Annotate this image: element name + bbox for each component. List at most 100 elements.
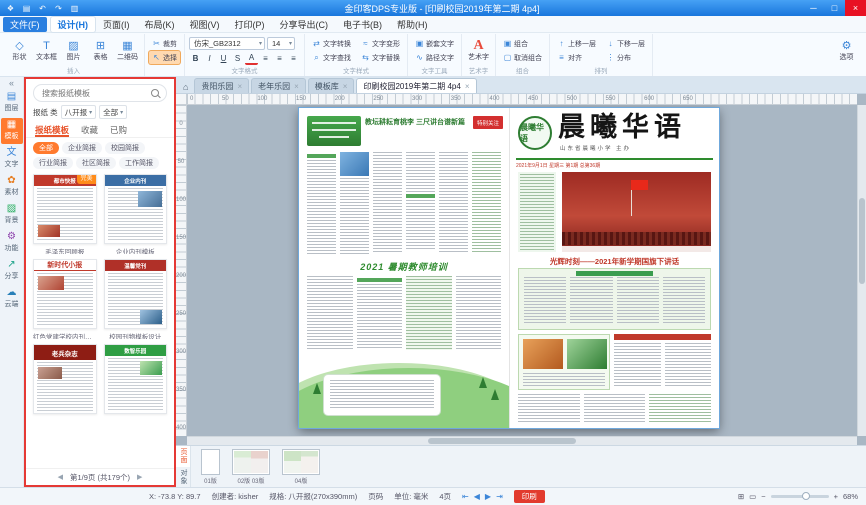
doc-tab[interactable]: 老年乐园 × — [251, 78, 306, 93]
underline-button[interactable]: U — [217, 52, 230, 65]
layer-up-button[interactable]: ↑ 上移一层 — [554, 37, 599, 50]
next-page-icon[interactable]: ▶ — [485, 492, 491, 501]
layer-down-button[interactable]: ↓ 下移一层 — [603, 37, 648, 50]
front-left-column[interactable] — [518, 172, 556, 252]
close-tab-icon[interactable]: × — [237, 82, 242, 91]
insert-image-button[interactable]: ▨ 图片 — [61, 39, 86, 63]
tab-objects[interactable]: 对象 — [176, 467, 190, 488]
tab-purchased[interactable]: 已购 — [110, 124, 127, 137]
front-headline[interactable]: 光辉时刻——2021年新学期国旗下讲话 — [518, 256, 711, 267]
notice-box[interactable] — [323, 374, 441, 416]
fit-page-icon[interactable]: ▭ — [749, 492, 756, 501]
font-size-combo[interactable]: 14 ▾ — [267, 37, 295, 50]
search-box[interactable] — [33, 84, 167, 102]
rail-item-share[interactable]: ↗ 分享 — [1, 258, 23, 284]
template-card[interactable]: 老兵杂志 — [33, 344, 97, 424]
zoom-in-icon[interactable]: + — [834, 492, 838, 501]
tab-newspaper-templates[interactable]: 报纸模板 — [35, 124, 69, 137]
doc-tab[interactable]: 贵阳乐园 × — [194, 78, 249, 93]
chip-work-report[interactable]: 工作简报 — [119, 157, 159, 169]
menu-view[interactable]: 视图(V) — [183, 17, 227, 32]
zoom-out-icon[interactable]: − — [761, 492, 765, 501]
chip-campus[interactable]: 校园简报 — [105, 142, 145, 154]
template-card[interactable]: 完美 都市快报 毛泽东回顾报 — [33, 174, 97, 254]
article-box-green[interactable] — [518, 268, 711, 330]
redo-icon[interactable]: ↷ — [52, 4, 65, 13]
rail-item-templates[interactable]: ▦ 模板 — [1, 118, 23, 144]
rail-item-background[interactable]: ▨ 背景 — [1, 202, 23, 228]
zoom-slider[interactable] — [771, 495, 829, 498]
template-card[interactable]: 数智乐园 — [104, 344, 168, 424]
zoom-slider-knob[interactable] — [802, 492, 810, 500]
chip-enterprise[interactable]: 企业简报 — [62, 142, 102, 154]
pager-next-icon[interactable]: ▶ — [137, 473, 142, 481]
text-columns-bottom[interactable] — [307, 276, 501, 354]
print-icon[interactable]: ▥ — [68, 4, 81, 13]
ungroup-button[interactable]: ▢ 取消组合 — [500, 51, 545, 64]
menu-help[interactable]: 帮助(H) — [390, 17, 435, 32]
scope-dropdown[interactable]: 全部 ▾ — [99, 105, 127, 119]
menu-file[interactable]: 文件(F) — [3, 17, 47, 32]
insert-table-button[interactable]: ⊞ 表格 — [88, 39, 113, 63]
menu-ebook[interactable]: 电子书(B) — [336, 17, 389, 32]
template-card[interactable]: 新时代小报 红色党建学校内刊模板 — [33, 259, 97, 339]
maximize-button[interactable]: □ — [824, 0, 845, 16]
text-convert-button[interactable]: ⇄ 文字转换 — [309, 37, 354, 50]
text-replace-button[interactable]: ⇆ 文字替换 — [358, 51, 403, 64]
menu-page[interactable]: 页面(I) — [96, 17, 137, 32]
pager-prev-icon[interactable]: ◀ — [58, 473, 63, 481]
menu-design[interactable]: 设计(H) — [51, 17, 96, 32]
collapse-panel-icon[interactable]: « — [9, 78, 14, 88]
scrollbar-thumb[interactable] — [859, 198, 865, 284]
align-objects-button[interactable]: ≡ 对齐 — [554, 51, 599, 64]
horizontal-scrollbar[interactable] — [187, 436, 857, 445]
hills-illustration[interactable] — [299, 358, 509, 428]
template-card[interactable]: 企业内刊 企业内刊模板 — [104, 174, 168, 254]
close-button[interactable]: × — [845, 0, 866, 16]
minimize-button[interactable]: ─ — [803, 0, 824, 16]
insert-textbox-button[interactable]: T 文本框 — [34, 39, 59, 63]
first-page-icon[interactable]: ⇤ — [462, 492, 469, 501]
menu-print[interactable]: 打印(P) — [228, 17, 272, 32]
strikethrough-button[interactable]: S — [231, 52, 244, 65]
font-color-button[interactable]: A — [245, 52, 258, 65]
doc-tab[interactable]: 模板库 × — [308, 78, 355, 93]
search-input[interactable] — [40, 88, 147, 99]
bold-button[interactable]: B — [189, 52, 202, 65]
page-spread[interactable]: 教坛耕耘育桃李 三尺讲台谱新篇 特别关注 2021 暑期教师培训 — [299, 108, 719, 428]
align-center-button[interactable]: ≡ — [273, 52, 286, 65]
doc-tab-active[interactable]: 印刷校园2019年第二期 4p4 × — [356, 78, 476, 93]
mid-banner-title[interactable]: 2021 暑期教师培训 — [299, 260, 509, 273]
tab-favorites[interactable]: 收藏 — [81, 124, 98, 137]
text-warp-button[interactable]: ≈ 文字变形 — [358, 37, 403, 50]
grid-view-icon[interactable]: ⊞ — [738, 492, 744, 501]
rail-item-assets[interactable]: ✿ 素材 — [1, 174, 23, 200]
chip-industry[interactable]: 行业简报 — [33, 157, 73, 169]
options-button[interactable]: ⚙ 选项 — [834, 39, 859, 63]
page-left-04[interactable]: 教坛耕耘育桃李 三尺讲台谱新篇 特别关注 2021 暑期教师培训 — [299, 108, 509, 428]
align-right-button[interactable]: ≡ — [287, 52, 300, 65]
chip-community[interactable]: 社区简报 — [76, 157, 116, 169]
chip-all[interactable]: 全部 — [33, 142, 59, 154]
text-columns-top[interactable] — [307, 152, 501, 256]
page-thumbnail-item[interactable]: 02版 03版 — [232, 449, 270, 485]
insert-qrcode-button[interactable]: ▦ 二维码 — [115, 39, 140, 63]
left-masthead-block[interactable] — [307, 116, 361, 146]
menu-layout[interactable]: 布局(K) — [138, 17, 182, 32]
crop-button[interactable]: ✂ 裁剪 — [149, 37, 180, 50]
nested-text-button[interactable]: ▣ 嵌套文字 — [412, 37, 457, 50]
rail-item-cloud[interactable]: ☁ 云端 — [1, 286, 23, 312]
group-button[interactable]: ▣ 组合 — [500, 37, 545, 50]
masthead-title[interactable]: 晨曦华语 — [558, 112, 686, 142]
rail-item-text[interactable]: 文 文字 — [1, 146, 23, 172]
menu-share-export[interactable]: 分享导出(C) — [273, 17, 336, 32]
text-find-button[interactable]: ⌕ 文字查找 — [309, 51, 354, 64]
article-box-right[interactable] — [614, 334, 711, 390]
left-page-headline[interactable]: 教坛耕耘育桃李 三尺讲台谱新篇 — [365, 118, 465, 128]
vertical-scrollbar[interactable] — [857, 105, 866, 436]
page-thumbnail-item[interactable]: 04版 — [282, 449, 320, 485]
canvas[interactable]: 0 50 100 150 200 250 300 350 400 450 500… — [176, 94, 866, 445]
page-right-01[interactable]: 晨曦华语 晨曦华语 山东省晨曦小学 主办 2021年9月1日 星期三 第1期 总… — [509, 108, 719, 428]
search-icon[interactable] — [151, 89, 160, 98]
template-card[interactable]: 温馨党刊 校园刊物模板设计 — [104, 259, 168, 339]
